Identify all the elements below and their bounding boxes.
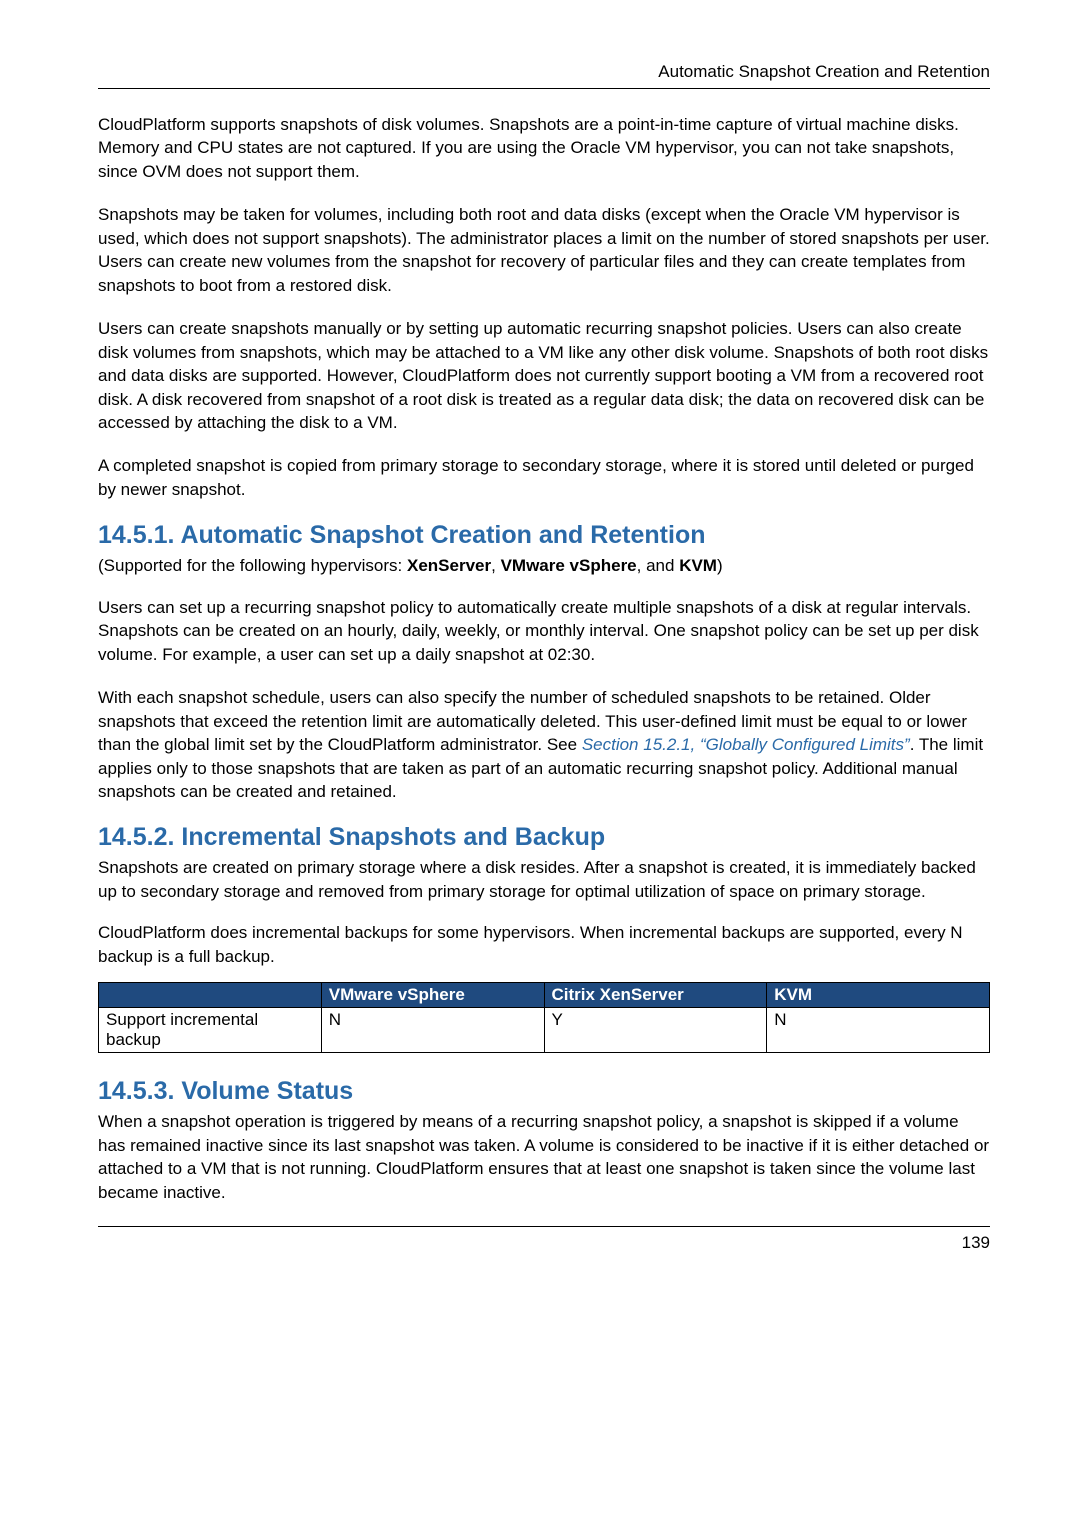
running-header: Automatic Snapshot Creation and Retentio… <box>98 62 990 82</box>
table-header-citrix: Citrix XenServer <box>544 983 767 1008</box>
hv-vmware: VMware vSphere <box>501 556 637 575</box>
footer-rule <box>98 1226 990 1227</box>
page-number: 139 <box>98 1233 990 1253</box>
sub-sep1: , <box>491 556 500 575</box>
table-row: Support incremental backup N Y N <box>99 1008 990 1053</box>
hv-kvm: KVM <box>679 556 717 575</box>
page-container: Automatic Snapshot Creation and Retentio… <box>0 0 1080 1293</box>
table-header-kvm: KVM <box>767 983 990 1008</box>
sub-sep2: , and <box>637 556 680 575</box>
section-heading-1452: 14.5.2. Incremental Snapshots and Backup <box>98 823 990 852</box>
sec1-paragraph-1: Users can set up a recurring snapshot po… <box>98 596 990 666</box>
hv-xenserver: XenServer <box>407 556 491 575</box>
section-heading-1453: 14.5.3. Volume Status <box>98 1077 990 1106</box>
table-header-vmware: VMware vSphere <box>321 983 544 1008</box>
sec2-paragraph-2: CloudPlatform does incremental backups f… <box>98 921 990 968</box>
intro-paragraph-4: A completed snapshot is copied from prim… <box>98 454 990 501</box>
table-cell-citrix: Y <box>544 1008 767 1053</box>
header-rule <box>98 88 990 89</box>
sub-pre: (Supported for the following hypervisors… <box>98 556 407 575</box>
intro-paragraph-3: Users can create snapshots manually or b… <box>98 317 990 434</box>
table-cell-kvm: N <box>767 1008 990 1053</box>
incremental-backup-table: VMware vSphere Citrix XenServer KVM Supp… <box>98 982 990 1053</box>
globally-configured-limits-link[interactable]: Section 15.2.1, “Globally Configured Lim… <box>582 735 910 754</box>
table-row-label: Support incremental backup <box>99 1008 322 1053</box>
table-cell-vmware: N <box>321 1008 544 1053</box>
sec3-paragraph-1: When a snapshot operation is triggered b… <box>98 1110 990 1204</box>
intro-paragraph-1: CloudPlatform supports snapshots of disk… <box>98 113 990 183</box>
table-header-blank <box>99 983 322 1008</box>
section-heading-1451: 14.5.1. Automatic Snapshot Creation and … <box>98 521 990 550</box>
hypervisor-support-note: (Supported for the following hypervisors… <box>98 554 990 577</box>
sub-post: ) <box>717 556 723 575</box>
sec2-paragraph-1: Snapshots are created on primary storage… <box>98 856 990 903</box>
intro-paragraph-2: Snapshots may be taken for volumes, incl… <box>98 203 990 297</box>
sec1-paragraph-2: With each snapshot schedule, users can a… <box>98 686 990 803</box>
table-header-row: VMware vSphere Citrix XenServer KVM <box>99 983 990 1008</box>
